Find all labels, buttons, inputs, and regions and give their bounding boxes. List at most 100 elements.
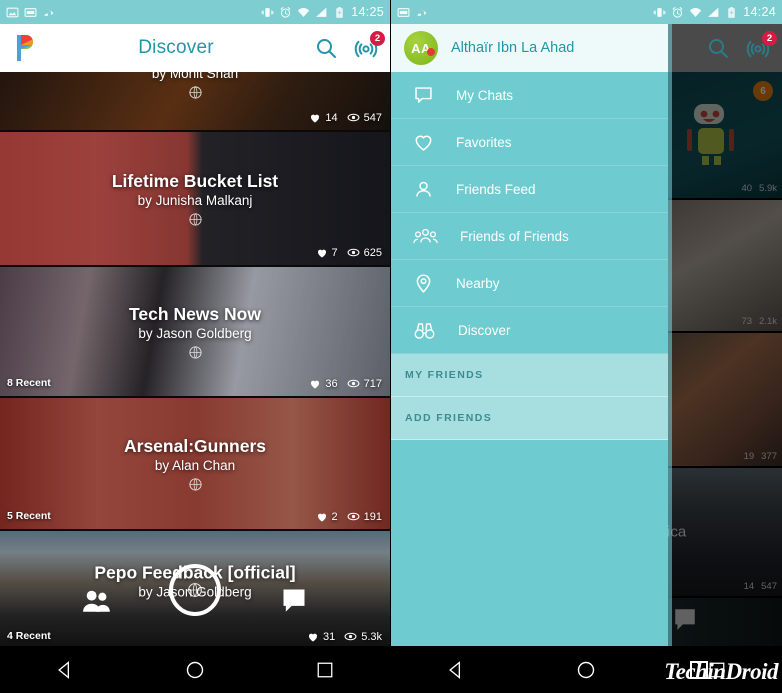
card-stats: 14 547 (309, 111, 382, 124)
like-count: 31 (322, 630, 336, 643)
card-stats: 7 625 (316, 246, 382, 259)
right-status-time: 14:24 (743, 5, 776, 19)
drawer-item-my-chats[interactable]: My Chats (391, 72, 668, 119)
drawer-section-add-friends[interactable]: ADD FRIENDS (391, 397, 668, 440)
like-count: 7 (331, 246, 338, 259)
like-stat: 31 (307, 631, 335, 643)
discover-feed[interactable]: by Mohit Shah 14 547 Lifetime Bucket Lis… (0, 72, 390, 646)
right-status-bar: 14:24 (391, 0, 782, 24)
group-icon (413, 228, 438, 243)
binoculars-icon (414, 322, 435, 339)
eye-icon (347, 379, 360, 388)
pepo-logo-icon (12, 33, 38, 63)
meter-icon (397, 7, 410, 17)
navigation-drawer: AA Althaïr Ibn La Ahad My Chats Favorite… (391, 24, 668, 646)
feed-card[interactable]: Arsenal:Gunners by Alan Chan 5 Recent 2 … (0, 398, 390, 531)
dual-screenshot: 14:25 Discover 2 by Mohit Shah 14 547 Li… (0, 0, 782, 693)
card-center: Tech News Now by Jason Goldberg (0, 303, 390, 359)
heart-icon (317, 513, 326, 521)
image-icon (6, 7, 19, 17)
signal-icon (708, 7, 719, 17)
card-stats: 36 717 (309, 377, 382, 390)
card-title: Tech News Now (129, 303, 261, 324)
status-left-icons (397, 6, 428, 19)
search-icon[interactable] (314, 36, 338, 60)
like-stat: 14 (309, 112, 338, 124)
home-circle-icon[interactable] (172, 647, 218, 693)
alarm-icon (280, 6, 291, 18)
drawer-item-friends-of-friends[interactable]: Friends of Friends (391, 213, 668, 260)
home-circle-icon[interactable] (563, 647, 609, 693)
search-icon[interactable] (706, 36, 730, 60)
recents-square-icon[interactable] (302, 647, 348, 693)
left-nav-bar[interactable] (0, 646, 390, 693)
view-stat: 5.3k (344, 630, 382, 643)
radar-icon[interactable]: 2 (746, 31, 777, 60)
like-count: 2 (331, 510, 338, 523)
view-count: 547 (363, 111, 382, 124)
like-stat: 7 (316, 247, 338, 259)
drawer-item-label: My Chats (456, 87, 514, 103)
page-title: Discover (138, 37, 214, 58)
drawer-item-label: Friends of Friends (460, 228, 569, 244)
view-stat: 625 (347, 246, 382, 259)
meter-icon (24, 7, 37, 17)
friends-icon[interactable] (82, 588, 112, 619)
heart-outline-icon (415, 135, 432, 151)
battery-icon (728, 6, 735, 18)
heart-icon (311, 114, 320, 122)
scrim-dim[interactable] (668, 24, 782, 646)
avatar[interactable]: AA (404, 31, 438, 65)
view-count: 625 (363, 246, 382, 259)
globe-icon (188, 583, 202, 597)
feed-card[interactable]: Tech News Now by Jason Goldberg 8 Recent… (0, 267, 390, 398)
feed-card[interactable]: Lifetime Bucket List by Junisha Malkanj … (0, 132, 390, 267)
left-phone-screen: 14:25 Discover 2 by Mohit Shah 14 547 Li… (0, 0, 391, 693)
recent-label: 8 Recent (7, 377, 51, 389)
drawer-item-label: Friends Feed (456, 181, 536, 197)
card-title: Lifetime Bucket List (111, 170, 279, 191)
like-stat: 2 (316, 511, 338, 523)
person-icon (416, 181, 431, 197)
heart-icon (308, 633, 317, 641)
drawer-section-my-friends[interactable]: MY FRIENDS (391, 354, 668, 397)
card-stats: 31 5.3k (307, 630, 382, 643)
radar-icon[interactable]: 2 (354, 31, 385, 60)
globe-icon (20, 212, 370, 227)
watermark: TechinDroid (664, 659, 778, 684)
card-author: by Jason Goldberg (138, 325, 252, 341)
view-count: 5.3k (361, 630, 382, 643)
back-triangle-icon[interactable] (42, 647, 88, 693)
card-center: Lifetime Bucket List by Junisha Malkanj (0, 170, 390, 226)
drawer-header[interactable]: AA Althaïr Ibn La Ahad (391, 24, 668, 72)
left-status-bar: 14:25 (0, 0, 390, 24)
left-status-time: 14:25 (351, 5, 384, 19)
globe-icon (0, 85, 390, 100)
globe-focus-ring[interactable] (169, 564, 221, 616)
view-stat: 717 (347, 377, 382, 390)
drawer-item-nearby[interactable]: Nearby (391, 260, 668, 307)
card-author: by Alan Chan (154, 457, 236, 473)
drawer-section-label: ADD FRIENDS (405, 412, 493, 424)
recent-label: 5 Recent (7, 510, 51, 522)
battery-icon (336, 6, 343, 18)
drawer-item-label: Discover (458, 322, 511, 338)
left-app-bar: Discover 2 (0, 24, 390, 72)
chat-bubble-icon[interactable] (280, 586, 308, 619)
drawer-item-favorites[interactable]: Favorites (391, 119, 668, 166)
feed-card[interactable]: Pepo Feedback [official] by Jason Goldbe… (0, 531, 390, 646)
like-count: 36 (325, 377, 338, 390)
recent-label: 4 Recent (7, 630, 51, 642)
feed-card[interactable]: by Mohit Shah 14 547 (0, 72, 390, 132)
view-stat: 547 (347, 111, 382, 124)
card-stats: 2 191 (316, 510, 382, 523)
vibrate-icon (653, 7, 666, 17)
radar-badge: 2 (762, 31, 777, 46)
recents-square-icon-overlap (690, 661, 708, 679)
globe-icon (20, 477, 370, 492)
wifi-icon (690, 7, 702, 17)
back-triangle-icon[interactable] (433, 647, 479, 693)
drawer-item-discover[interactable]: Discover (391, 307, 668, 354)
drawer-item-friends-feed[interactable]: Friends Feed (391, 166, 668, 213)
wifi-icon (298, 7, 310, 17)
